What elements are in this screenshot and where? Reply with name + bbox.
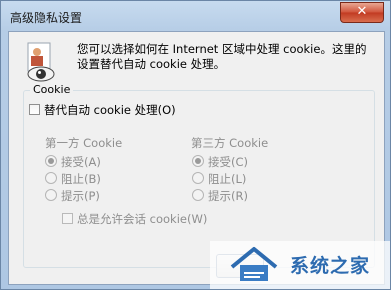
close-button[interactable]: ✕ [340,2,384,23]
first-party-prompt-label[interactable]: 提示(P) [61,188,100,204]
first-party-accept-radio[interactable] [45,155,57,167]
first-party-title: 第一方 Cookie [45,136,123,150]
third-party-prompt-label[interactable]: 提示(R) [208,188,248,204]
radio-selected-dot [195,158,201,164]
override-automatic-label[interactable]: 替代自动 cookie 处理(O) [44,102,176,118]
privacy-document-eye-icon [27,42,55,82]
first-party-block-label[interactable]: 阻止(B) [61,171,101,187]
third-party-accept-radio[interactable] [192,155,204,167]
close-icon: ✕ [356,4,368,19]
override-automatic-checkbox[interactable] [29,104,40,115]
radio-selected-dot [48,158,54,164]
third-party-block-label[interactable]: 阻止(L) [208,171,246,187]
house-logo-icon [230,247,278,281]
first-party-prompt-radio[interactable] [45,189,57,201]
description-text: 您可以选择如何在 Internet 区域中处理 cookie。这里的设置替代自动… [77,42,367,71]
third-party-block-radio[interactable] [192,172,204,184]
third-party-title: 第三方 Cookie [191,136,269,150]
third-party-accept-label[interactable]: 接受(C) [208,154,248,170]
first-party-block-radio[interactable] [45,172,57,184]
always-allow-session-checkbox[interactable] [62,213,73,224]
watermark-text: 系统之家 [290,255,371,277]
always-allow-session-label[interactable]: 总是允许会话 cookie(W) [77,211,207,227]
first-party-accept-label[interactable]: 接受(A) [61,154,101,170]
dialog-window: 高级隐私设置 ✕ 您可以选择如何在 Internet 区域中处理 cookie。… [0,0,391,290]
title-bar[interactable]: 高级隐私设置 ✕ [1,1,390,31]
cookie-group-legend: Cookie [30,83,74,96]
watermark: 系统之家 [210,241,390,289]
third-party-prompt-radio[interactable] [192,189,204,201]
dialog-title: 高级隐私设置 [10,11,83,25]
